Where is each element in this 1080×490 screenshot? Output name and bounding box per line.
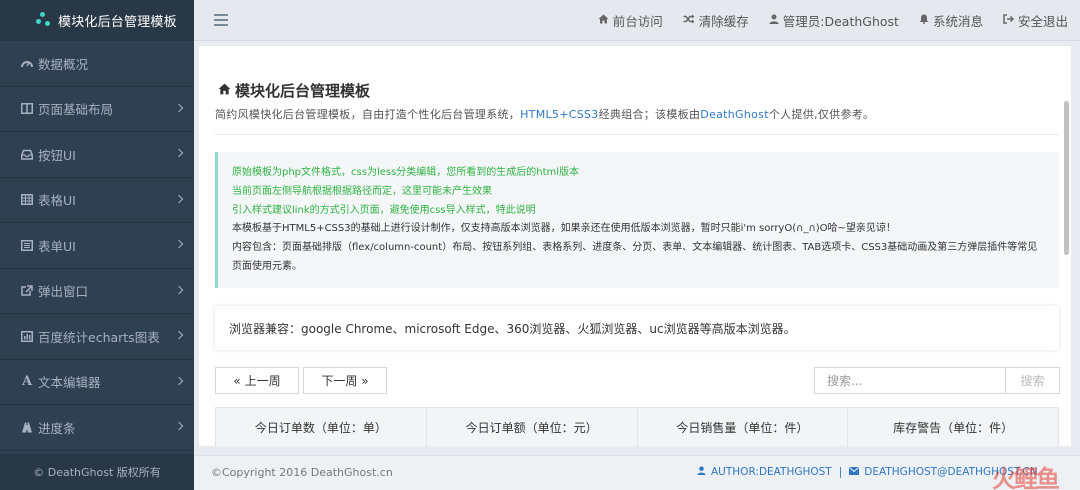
- nav-logout[interactable]: 安全退出: [1003, 11, 1068, 30]
- desc-highlight-tech: HTML5+CSS3: [520, 108, 599, 121]
- chevron-right-icon: [174, 285, 184, 294]
- nav-frontend-visit[interactable]: 前台访问: [598, 11, 663, 30]
- watermark-logo: 火鲤鱼: [992, 465, 1060, 490]
- road-icon: [20, 421, 34, 433]
- inbox-icon: [20, 148, 34, 160]
- chevron-right-icon: [174, 240, 184, 249]
- page-title: 模块化后台管理模板: [218, 80, 370, 101]
- home-icon: [218, 83, 231, 99]
- nav-system-messages[interactable]: 系统消息: [919, 11, 983, 30]
- desc-text: 个人提供,仅供参考。: [768, 108, 875, 121]
- logo-icon: [36, 12, 50, 28]
- sidebar-item-label: 数据概况: [38, 56, 89, 72]
- vertical-scrollbar[interactable]: [1064, 101, 1069, 255]
- desc-text: 简约风模快化后台管理模板，自由打造个性化后台管理系统，: [215, 108, 521, 121]
- menu-toggle-icon[interactable]: [214, 14, 228, 26]
- sidebar-footer: © DeathGhost 版权所有: [0, 454, 194, 490]
- brand[interactable]: 模块化后台管理模板: [0, 0, 194, 41]
- sidebar-item-progress[interactable]: 进度条: [0, 405, 194, 451]
- page-title-text: 模块化后台管理模板: [235, 82, 371, 100]
- table-icon: [20, 194, 34, 206]
- sidebar-item-label: 百度统计echarts图表: [38, 329, 160, 345]
- sidebar-item-label: 表单UI: [38, 238, 76, 254]
- notice-line: 原始模板为php文件格式，css为less分类编辑，您所看到的生成后的html版…: [232, 167, 580, 178]
- footer-links: AUTHOR:DEATHGHOST | DEATHGHOST@DEATHGHOS…: [697, 466, 1038, 478]
- dashboard-icon: [20, 57, 34, 69]
- search-form: 搜索: [814, 367, 1060, 394]
- main-content: 模块化后台管理模板 简约风模快化后台管理模板，自由打造个性化后台管理系统，HTM…: [199, 46, 1071, 446]
- nav-label: 清除缓存: [698, 14, 749, 29]
- sidebar-item-dashboard[interactable]: 数据概况: [0, 41, 194, 87]
- nav-label: 安全退出: [1017, 14, 1068, 29]
- page-description: 简约风模快化后台管理模板，自由打造个性化后台管理系统，HTML5+CSS3经典组…: [215, 106, 1059, 135]
- desc-highlight-author: DeathGhost: [700, 108, 769, 121]
- sidebar-item-label: 按钮UI: [38, 147, 76, 163]
- browser-compat-panel: 浏览器兼容：google Chrome、microsoft Edge、360浏览…: [215, 306, 1059, 350]
- copyright-text: ©Copyright 2016 DeathGhost.cn: [211, 466, 393, 479]
- list-alt-icon: [20, 239, 34, 251]
- week-pager: « 上一周 下一周 »: [215, 367, 387, 394]
- table-header-cell: 今日订单额（单位：元）: [427, 408, 638, 446]
- search-button[interactable]: 搜索: [1006, 367, 1060, 394]
- columns-icon: [20, 103, 34, 115]
- search-input[interactable]: [814, 367, 1006, 394]
- sidebar-item-buttons[interactable]: 按钮UI: [0, 132, 194, 178]
- envelope-icon: [849, 466, 860, 478]
- nav-admin-user[interactable]: 管理员:DeathGhost: [769, 11, 899, 30]
- sign-out-icon: [1003, 14, 1015, 27]
- table-header-cell: 今日销售量（单位：件）: [638, 408, 849, 446]
- sidebar-item-popups[interactable]: 弹出窗口: [0, 269, 194, 314]
- notice-box: 原始模板为php文件格式，css为less分类编辑，您所看到的生成后的html版…: [215, 152, 1059, 288]
- prev-week-button[interactable]: « 上一周: [215, 367, 299, 394]
- sidebar-item-label: 文本编辑器: [38, 375, 101, 391]
- bar-chart-icon: [20, 330, 34, 342]
- chevron-right-icon: [174, 376, 184, 385]
- sidebar-item-label: 页面基础布局: [38, 102, 114, 118]
- sidebar-item-tables[interactable]: 表格UI: [0, 178, 194, 223]
- sidebar-item-label: 弹出窗口: [38, 284, 89, 300]
- user-icon: [769, 14, 779, 27]
- sidebar-item-label: 表格UI: [38, 193, 76, 209]
- page-footer: ©Copyright 2016 DeathGhost.cn AUTHOR:DEA…: [194, 455, 1080, 490]
- sidebar-item-forms[interactable]: 表单UI: [0, 223, 194, 269]
- desc-text: 经典组合；该模板由: [598, 108, 701, 121]
- font-icon: A: [21, 374, 33, 390]
- nav-label: 前台访问: [612, 14, 663, 29]
- topbar: 前台访问 清除缓存 管理员:DeathGhost 系统消息 安全退出: [194, 0, 1080, 41]
- chevron-right-icon: [174, 149, 184, 158]
- home-icon: [598, 14, 609, 27]
- footer-separator: |: [838, 466, 843, 478]
- chevron-right-icon: [174, 331, 184, 340]
- sidebar-item-label: 进度条: [38, 420, 76, 436]
- sidebar-item-layout[interactable]: 页面基础布局: [0, 87, 194, 132]
- author-link[interactable]: AUTHOR:DEATHGHOST: [711, 466, 832, 478]
- nav-label: 管理员:DeathGhost: [782, 14, 899, 29]
- user-icon: [697, 466, 706, 478]
- chevron-right-icon: [174, 194, 184, 203]
- sidebar: 模块化后台管理模板 数据概况 页面基础布局 按钮UI 表格UI 表单UI 弹出窗…: [0, 0, 194, 490]
- notice-line: 当前页面左侧导航根据根据路径而定，这里可能未产生效果: [232, 185, 492, 197]
- nav-label: 系统消息: [932, 14, 983, 29]
- notice-line: 本模板基于HTML5+CSS3的基础上进行设计制作，仅支持高版本浏览器，如果亲还…: [232, 223, 896, 235]
- random-icon: [683, 14, 695, 27]
- notice-line: 引入样式建议link的方式引入页面，避免使用css导入样式，特此说明: [232, 204, 536, 216]
- sidebar-menu: 数据概况 页面基础布局 按钮UI 表格UI 表单UI 弹出窗口 百度统计echa…: [0, 41, 194, 451]
- nav-clear-cache[interactable]: 清除缓存: [683, 11, 749, 30]
- external-link-icon: [20, 285, 34, 297]
- table-header-cell: 今日订单数（单位：单）: [216, 408, 427, 446]
- notice-line: 内容包含：页面基础排版（flex/column-count）布局、按钮系列组、表…: [232, 242, 1038, 272]
- chevron-right-icon: [174, 103, 184, 112]
- chevron-right-icon: [174, 422, 184, 431]
- table-header-cell: 库存警告（单位：件）: [893, 420, 1014, 435]
- stats-table-header: 今日订单数（单位：单） 今日订单额（单位：元） 今日销售量（单位：件） 库存警告…: [215, 407, 1059, 446]
- next-week-button[interactable]: 下一周 »: [303, 367, 387, 394]
- bell-icon: [919, 14, 929, 27]
- top-nav: 前台访问 清除缓存 管理员:DeathGhost 系统消息 安全退出: [578, 0, 1068, 41]
- sidebar-item-editor[interactable]: A 文本编辑器: [0, 360, 194, 405]
- brand-title: 模块化后台管理模板: [58, 15, 177, 30]
- sidebar-item-charts[interactable]: 百度统计echarts图表: [0, 314, 194, 360]
